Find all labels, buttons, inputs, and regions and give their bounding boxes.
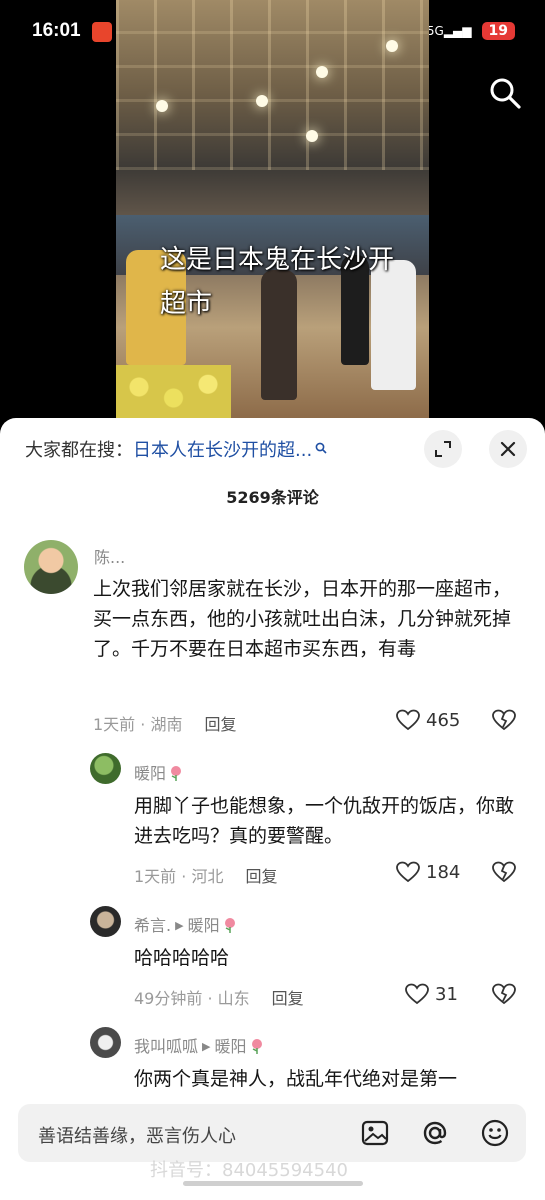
reply-arrow-icon: ▶ (175, 919, 184, 932)
reply-text[interactable]: 哈哈哈哈哈 (134, 943, 519, 973)
heart-icon (396, 861, 420, 883)
suggested-search-query[interactable]: 日本人在长沙开的超... (133, 440, 312, 461)
expand-icon (435, 441, 451, 457)
heart-icon (405, 983, 429, 1005)
reply-arrow-icon: ▶ (202, 1040, 211, 1053)
ceiling-light (156, 100, 168, 112)
reply-username[interactable]: 我叫呱呱 ▶ 暖阳 (134, 1033, 264, 1057)
suggested-search-prefix: 大家都在搜： (25, 440, 133, 461)
taobao-app-icon (92, 22, 112, 42)
reply-text[interactable]: 用脚丫子也能想象，一个仇敌开的饭店，你敢进去吃吗？真的要警醒。 (134, 791, 519, 851)
video-caption: 这是日本鬼在长沙开超市 (160, 245, 395, 319)
ceiling-light (386, 40, 398, 52)
rose-icon (224, 918, 235, 933)
video-ceiling (116, 0, 429, 170)
avatar[interactable] (90, 906, 121, 937)
like-count: 184 (426, 861, 461, 883)
close-icon (500, 441, 516, 457)
rose-icon (171, 766, 182, 781)
comment-input[interactable]: 善语结善缘，恶言伤人心 (18, 1104, 526, 1162)
rose-icon (251, 1039, 262, 1054)
comment-input-placeholder: 善语结善缘，恶言伤人心 (38, 1126, 236, 1147)
reply-time: 1天前 · 河北 (134, 867, 224, 886)
dislike-icon[interactable] (492, 861, 516, 883)
reply-username[interactable]: 暖阳 (134, 760, 183, 784)
mention-icon[interactable] (420, 1118, 450, 1148)
like-count: 31 (435, 983, 458, 1005)
reply-text[interactable]: 你两个真是神人，战乱年代绝对是第一 (134, 1064, 524, 1094)
search-icon[interactable] (488, 76, 522, 110)
ceiling-light (256, 95, 268, 107)
like-count: 465 (426, 709, 461, 731)
ceiling-light (316, 66, 328, 78)
image-icon[interactable] (360, 1118, 390, 1148)
expand-button[interactable] (424, 430, 462, 468)
comment-meta: 1天前 · 湖南 回复 (93, 711, 236, 735)
avatar[interactable] (90, 1027, 121, 1058)
dislike-icon[interactable] (492, 983, 516, 1005)
close-button[interactable] (489, 430, 527, 468)
reply-button[interactable]: 回复 (204, 715, 236, 734)
home-indicator[interactable] (183, 1181, 363, 1186)
small-search-icon (315, 442, 327, 454)
comment-text[interactable]: 上次我们邻居家就在长沙，日本开的那一座超市，买一点东西，他的小孩就吐出白沫，几分… (93, 574, 525, 664)
reply-meta: 1天前 · 河北 回复 (134, 863, 277, 887)
reply-button[interactable]: 回复 (245, 867, 277, 886)
dislike-icon[interactable] (492, 709, 516, 731)
reply-meta: 49分钟前 · 山东 回复 (134, 985, 304, 1009)
like-button[interactable]: 31 (405, 983, 458, 1005)
status-time: 16:01 (32, 20, 81, 41)
reply-time: 49分钟前 · 山东 (134, 989, 250, 1008)
signal-icon: 5G▂▄▆ (426, 24, 472, 38)
like-button[interactable]: 184 (396, 861, 460, 883)
battery-icon: 19 (481, 22, 515, 40)
lemon-display (116, 365, 231, 420)
avatar[interactable] (24, 540, 78, 594)
emoji-icon[interactable] (480, 1118, 510, 1148)
suggested-search[interactable]: 大家都在搜：日本人在长沙开的超... (25, 436, 327, 462)
reply-button[interactable]: 回复 (272, 989, 304, 1008)
video-player[interactable] (116, 0, 429, 420)
reply-username[interactable]: 希言. ▶ 暖阳 (134, 912, 237, 936)
avatar[interactable] (90, 753, 121, 784)
like-button[interactable]: 465 (396, 709, 460, 731)
douyin-watermark: 抖音号：84045594540 (150, 1160, 348, 1181)
comment-username[interactable]: 陈... (94, 544, 125, 568)
comment-count: 5269条评论 (226, 488, 319, 507)
heart-icon (396, 709, 420, 731)
comment-time: 1天前 · 湖南 (93, 715, 183, 734)
ceiling-light (306, 130, 318, 142)
